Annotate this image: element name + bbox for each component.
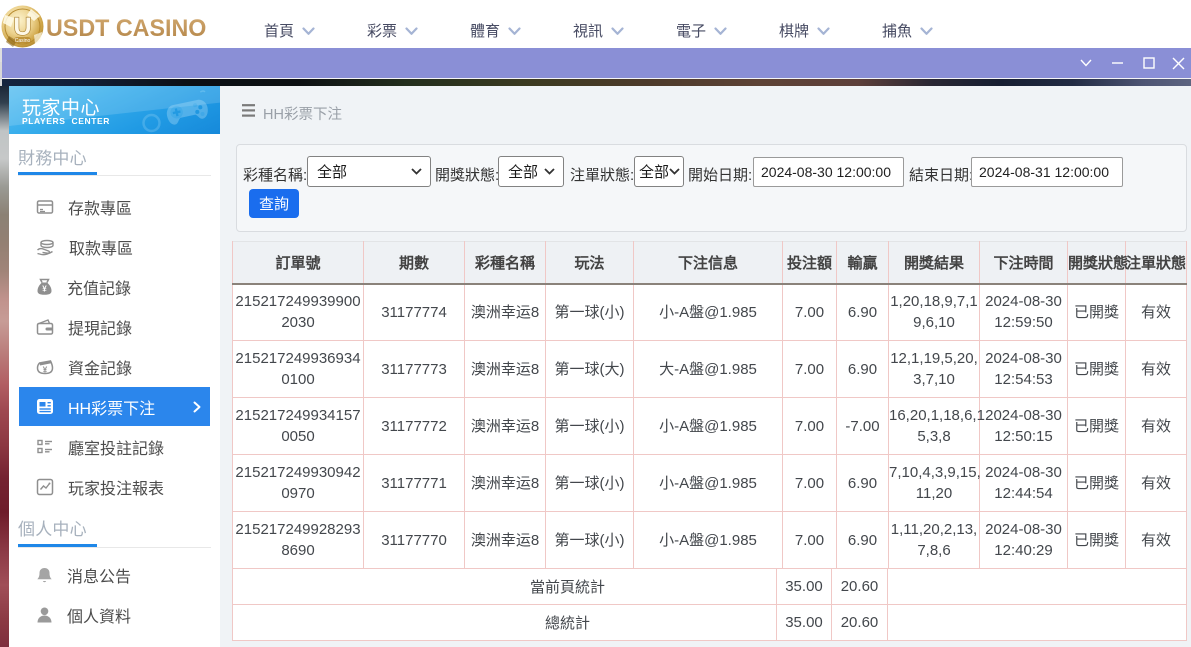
svg-text:¥: ¥ [42,285,47,294]
svg-text:¥: ¥ [43,366,48,375]
svg-text:Casino: Casino [15,38,31,44]
svg-text:U: U [13,13,31,41]
